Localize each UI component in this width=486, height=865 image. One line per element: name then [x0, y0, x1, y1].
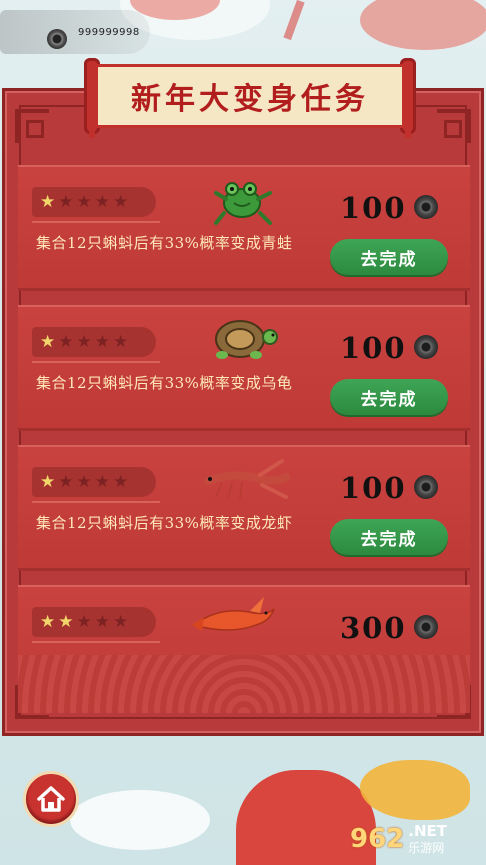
go-complete-button[interactable]: 去完成: [330, 239, 448, 275]
watermark-number: 962: [350, 824, 405, 854]
background-cloud: [70, 790, 210, 850]
star-icon: ★: [76, 471, 92, 492]
reward-amount: 100: [340, 191, 407, 225]
coin-icon: [414, 335, 438, 359]
panel-corner-decoration: [437, 109, 471, 143]
coin-icon: [414, 615, 438, 639]
star-icon: ★: [113, 611, 129, 632]
crayfish-icon: [204, 459, 290, 500]
star-icon: ★: [40, 331, 56, 352]
star-icon: ★: [40, 611, 56, 632]
star-icon: ★: [40, 471, 56, 492]
task-card: ★ ★ ★ ★ ★ 集合12只蝌蚪后有33%概率变成龙虾 100 去完成: [18, 445, 470, 571]
panel-corner-decoration: [15, 109, 49, 143]
difficulty-stars: ★ ★ ★ ★ ★: [32, 187, 160, 223]
go-complete-button[interactable]: 去完成: [330, 379, 448, 415]
star-icon: ★: [94, 471, 110, 492]
reward-amount: 300: [340, 611, 407, 645]
difficulty-stars: ★ ★ ★ ★ ★: [32, 327, 160, 363]
task-description: 集合12只蝌蚪后有33%概率变成龙虾: [36, 514, 293, 532]
turtle-icon: [215, 320, 278, 359]
star-icon: ★: [58, 331, 74, 352]
page-title: 新年大变身任务: [131, 82, 369, 117]
reward-amount: 100: [340, 471, 407, 505]
task-card: ★ ★ ★ ★ ★ 集合12只蝌蚪后有33%概率变成青蛙 100 去完成: [18, 165, 470, 291]
difficulty-stars: ★ ★ ★ ★ ★: [32, 607, 160, 643]
banner-tassel: [405, 128, 411, 138]
koi-fin-decoration: [360, 760, 470, 820]
star-icon: ★: [94, 191, 110, 212]
reward-amount: 100: [340, 331, 407, 365]
title-banner: 新年大变身任务: [95, 64, 405, 128]
coin-icon: [414, 195, 438, 219]
task-description: 集合12只蝌蚪后有33%概率变成青蛙: [36, 234, 293, 252]
star-icon: ★: [94, 331, 110, 352]
star-icon: ★: [58, 191, 74, 212]
task-list[interactable]: ★ ★ ★ ★ ★ 集合12只蝌蚪后有33%概率变成青蛙 100 去完成 ★ ★…: [18, 165, 470, 655]
star-icon: ★: [94, 611, 110, 632]
star-icon: ★: [76, 331, 92, 352]
frog-icon: [214, 182, 272, 225]
coin-icon: [414, 475, 438, 499]
task-card: ★ ★ ★ ★ ★ 集合12只蝌蚪后有33%概率变成乌龟 100 去完成: [18, 305, 470, 431]
coin-icon: [47, 29, 67, 49]
background-red-cloud: [360, 0, 486, 50]
coin-count: 999999998: [78, 27, 140, 38]
banner-tassel: [89, 128, 95, 138]
star-icon: ★: [113, 331, 129, 352]
go-complete-button[interactable]: 去完成: [330, 519, 448, 555]
task-description: 集合12只蝌蚪后有33%概率变成乌龟: [36, 374, 293, 392]
home-button[interactable]: [23, 771, 79, 827]
koi-fish-icon: [192, 597, 275, 631]
watermark-text: .NET 乐游网: [408, 823, 447, 856]
star-icon: ★: [40, 191, 56, 212]
watermark-net: .NET: [408, 821, 448, 840]
star-icon: ★: [76, 191, 92, 212]
watermark: 962 .NET 乐游网: [350, 818, 482, 860]
star-icon: ★: [58, 611, 74, 632]
wave-pattern: [18, 655, 470, 713]
watermark-sub: 乐游网: [408, 840, 445, 855]
task-card: ★ ★ ★ ★ ★ 300: [18, 585, 470, 655]
background-petal: [283, 0, 305, 41]
star-icon: ★: [113, 191, 129, 212]
home-icon: [37, 786, 65, 812]
star-icon: ★: [58, 471, 74, 492]
difficulty-stars: ★ ★ ★ ★ ★: [32, 467, 160, 503]
star-icon: ★: [76, 611, 92, 632]
star-icon: ★: [113, 471, 129, 492]
